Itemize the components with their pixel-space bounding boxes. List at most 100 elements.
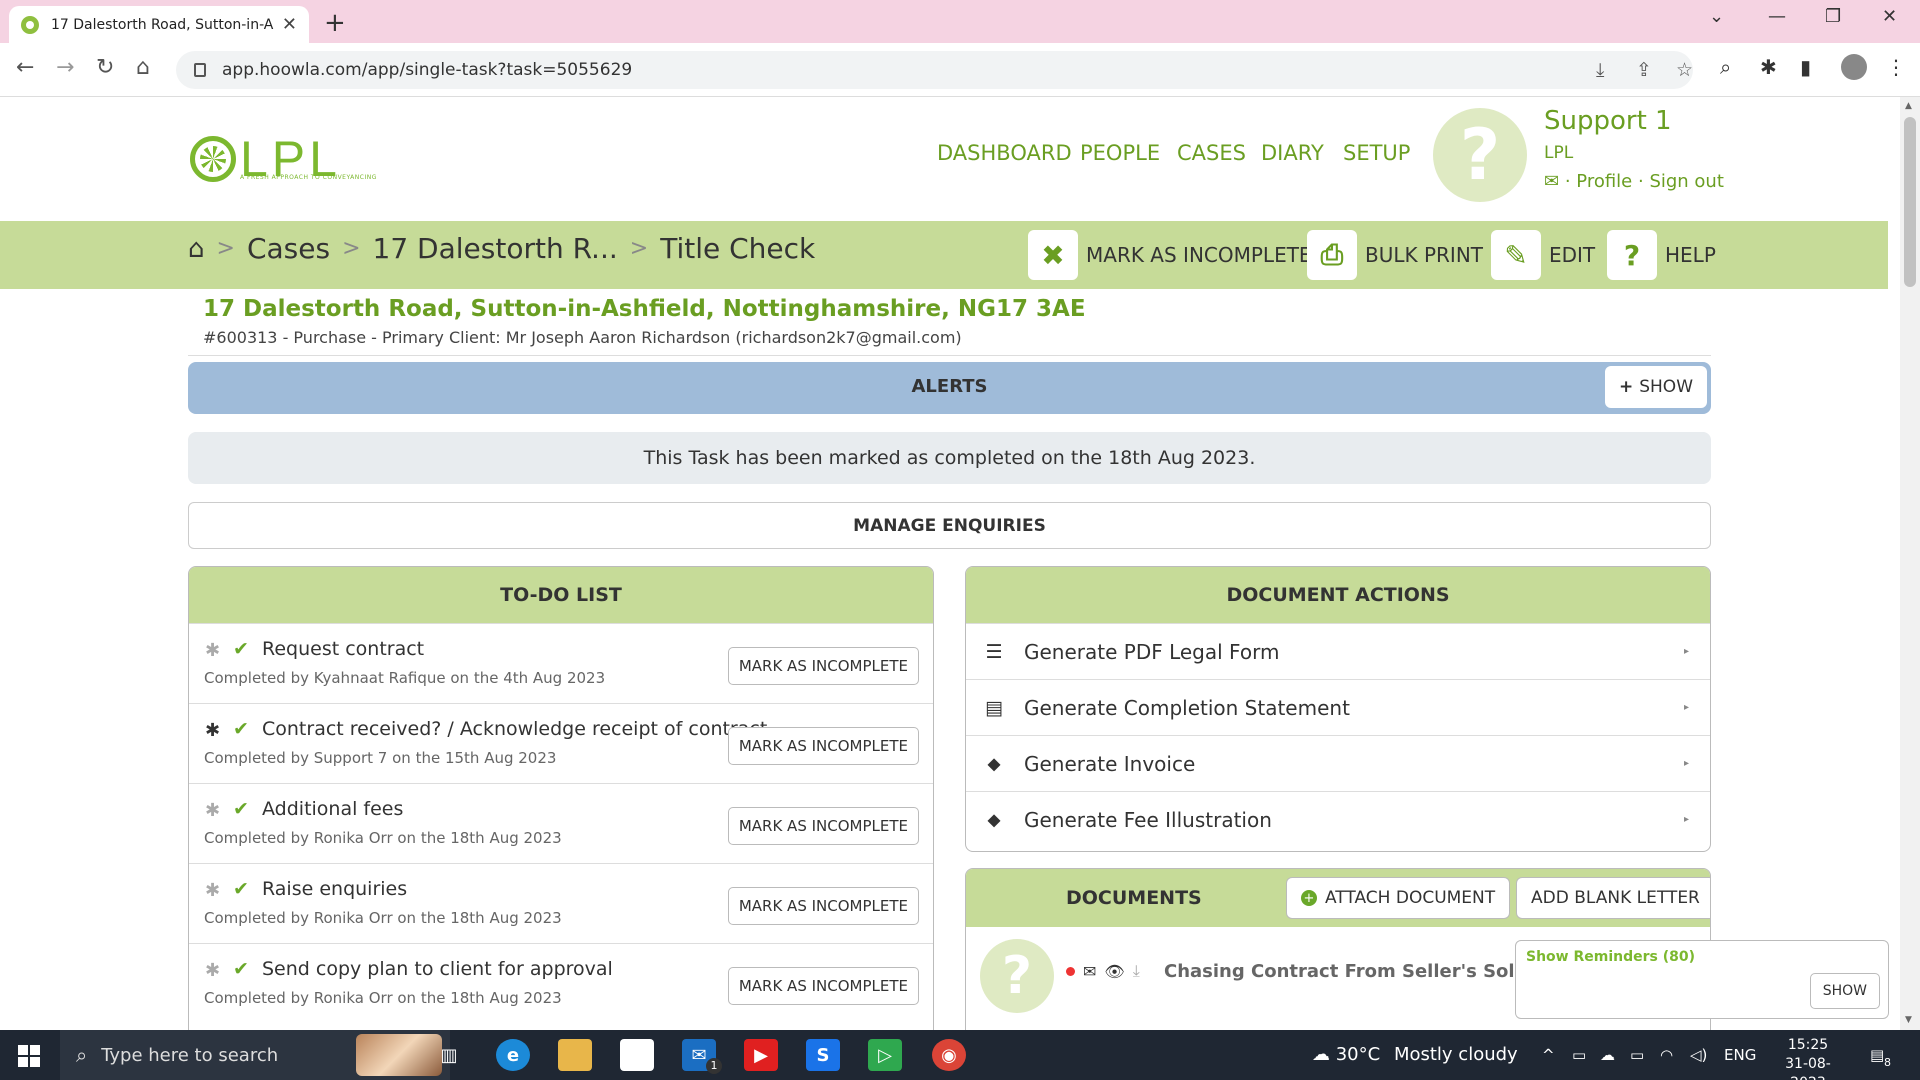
doc-action-pdf-legal-form[interactable]: ☰ Generate PDF Legal Form ▸ (966, 623, 1710, 679)
page-scrollbar[interactable]: ▲ ▼ (1900, 97, 1920, 1030)
add-blank-letter-button[interactable]: ADD BLANK LETTER (1516, 877, 1710, 919)
nav-people[interactable]: PEOPLE (1080, 141, 1160, 165)
install-icon[interactable]: ⤓ (1596, 59, 1604, 81)
chevron-up-icon[interactable]: ^ (1542, 1046, 1555, 1064)
manage-enquiries-button[interactable]: MANAGE ENQUIRIES (188, 502, 1711, 549)
forward-icon[interactable]: → (56, 55, 74, 80)
profile-avatar[interactable] (1841, 54, 1867, 80)
check-icon: ✔ (233, 878, 249, 900)
asterisk-icon[interactable]: ✱ (205, 640, 220, 661)
signout-link[interactable]: Sign out (1649, 171, 1723, 192)
close-tab-icon[interactable]: ✕ (282, 14, 297, 35)
extensions-icon[interactable]: ✱ (1760, 55, 1777, 79)
mark-incomplete-button[interactable]: MARK AS INCOMPLETE (727, 887, 919, 925)
download-icon[interactable]: ⤓ (1133, 961, 1140, 981)
device-icon[interactable]: ▭ (1572, 1046, 1586, 1064)
asterisk-icon[interactable]: ✱ (205, 720, 220, 741)
todo-item-name[interactable]: Send copy plan to client for approval (262, 958, 613, 980)
nav-dashboard[interactable]: DASHBOARD (937, 141, 1072, 165)
taskbar-search[interactable]: ⌕ Type here to search (60, 1030, 450, 1080)
onedrive-icon[interactable]: ☁ (1600, 1046, 1615, 1064)
breadcrumb-case[interactable]: 17 Dalestorth R... (373, 232, 618, 265)
doc-action-fee-illustration[interactable]: ⬥ Generate Fee Illustration ▸ (966, 791, 1710, 847)
mark-incomplete-button[interactable]: ✖ MARK AS INCOMPLETE (1028, 230, 1312, 280)
menu-kebab-icon[interactable]: ⋮ (1886, 55, 1906, 79)
edit-button[interactable]: ✎ EDIT (1491, 230, 1595, 280)
close-window-icon[interactable]: ✕ (1882, 6, 1897, 27)
s-app-icon[interactable]: S (806, 1039, 840, 1071)
mark-incomplete-button[interactable]: MARK AS INCOMPLETE (727, 647, 919, 685)
nav-cases[interactable]: CASES (1177, 141, 1246, 165)
media-app-icon[interactable]: ▷ (868, 1039, 902, 1071)
home-icon[interactable]: ⌂ (136, 55, 150, 80)
mark-incomplete-button[interactable]: MARK AS INCOMPLETE (727, 967, 919, 1005)
show-alerts-button[interactable]: + SHOW (1604, 366, 1707, 408)
site-favicon-icon (21, 15, 39, 34)
scroll-thumb[interactable] (1904, 117, 1916, 287)
nav-setup[interactable]: SETUP (1343, 141, 1410, 165)
youtube-icon[interactable]: ▶ (744, 1039, 778, 1071)
tab-search-chevron-icon[interactable]: ⌄ (1709, 6, 1724, 27)
todo-item: ✱ ✔ Raise enquiries Completed by Ronika … (189, 863, 933, 943)
language-indicator[interactable]: ENG (1724, 1046, 1756, 1064)
help-button[interactable]: ? HELP (1607, 230, 1716, 280)
breadcrumb: ⌂ > Cases > 17 Dalestorth R... > Title C… (188, 232, 815, 265)
windows-start-icon[interactable] (18, 1045, 40, 1067)
mark-incomplete-button[interactable]: MARK AS INCOMPLETE (727, 807, 919, 845)
back-icon[interactable]: ← (16, 55, 34, 80)
scroll-up-icon[interactable]: ▲ (1905, 101, 1912, 111)
caret-right-icon: ▸ (1684, 758, 1690, 769)
document-name[interactable]: Chasing Contract From Seller's Solici... (1164, 961, 1558, 982)
asterisk-icon[interactable]: ✱ (205, 800, 220, 821)
doc-action-invoice[interactable]: ⬥ Generate Invoice ▸ (966, 735, 1710, 791)
volume-icon[interactable]: ◁) (1690, 1046, 1707, 1064)
tag-icon: ⬥ (987, 808, 1001, 831)
browser-tab[interactable]: 17 Dalestorth Road, Sutton-in-As ✕ (9, 6, 309, 43)
battery-icon[interactable]: ▭ (1630, 1046, 1644, 1064)
file-explorer-icon[interactable] (558, 1039, 592, 1071)
alerts-label: ALERTS (911, 376, 988, 397)
bulk-print-button[interactable]: ⎙ BULK PRINT (1307, 230, 1483, 280)
asterisk-icon[interactable]: ✱ (205, 880, 220, 901)
share-icon[interactable]: ⇪ (1636, 59, 1652, 81)
todo-item-name[interactable]: Additional fees (262, 798, 403, 820)
wifi-icon[interactable]: ◠ (1660, 1046, 1673, 1064)
notifications-icon[interactable]: ▤ (1870, 1046, 1884, 1064)
eye-icon[interactable]: 👁 (1104, 962, 1124, 981)
address-bar[interactable]: app.hoowla.com/app/single-task?task=5055… (176, 51, 1693, 89)
asterisk-icon[interactable]: ✱ (205, 960, 220, 981)
task-view-icon[interactable]: ▥ (432, 1039, 466, 1071)
home-icon[interactable]: ⌂ (188, 234, 205, 264)
reload-icon[interactable]: ↻ (96, 55, 114, 80)
chrome-icon[interactable]: ◉ (932, 1039, 966, 1071)
search-icon[interactable]: ⌕ (1720, 55, 1731, 79)
todo-item-name[interactable]: Raise enquiries (262, 878, 407, 900)
show-reminders-button[interactable]: SHOW (1809, 973, 1880, 1009)
mark-incomplete-button[interactable]: MARK AS INCOMPLETE (727, 727, 919, 765)
weather-widget[interactable]: ☁ 30°C Mostly cloudy (1312, 1044, 1518, 1065)
user-avatar[interactable]: ? (1433, 108, 1527, 202)
reminders-title[interactable]: Show Reminders (80) (1526, 949, 1695, 965)
minimize-icon[interactable]: — (1768, 6, 1786, 27)
envelope-icon[interactable]: ✉ (1544, 171, 1559, 192)
side-panel-icon[interactable]: ▮ (1800, 55, 1811, 79)
restore-icon[interactable]: ❐ (1825, 6, 1841, 27)
attach-document-button[interactable]: + ATTACH DOCUMENT (1286, 877, 1511, 919)
store-icon[interactable] (620, 1039, 654, 1071)
profile-link[interactable]: Profile (1576, 171, 1632, 192)
logo-tagline: A FRESH APPROACH TO CONVEYANCING (240, 174, 377, 181)
bookmark-star-icon[interactable]: ☆ (1676, 59, 1693, 81)
reminders-popup: Show Reminders (80) SHOW (1515, 940, 1889, 1019)
scroll-down-icon[interactable]: ▼ (1905, 1015, 1912, 1025)
breadcrumb-cases[interactable]: Cases (247, 232, 330, 265)
taskbar-clock[interactable]: 15:25 31-08-2023 (1768, 1036, 1848, 1080)
case-title[interactable]: 17 Dalestorth Road, Sutton-in-Ashfield, … (203, 296, 1086, 322)
edge-icon[interactable]: e (496, 1039, 530, 1071)
pencil-icon: ✎ (1491, 230, 1541, 280)
nav-diary[interactable]: DIARY (1261, 141, 1324, 165)
todo-item-name[interactable]: Request contract (262, 638, 424, 660)
doc-action-completion-statement[interactable]: ▤ Generate Completion Statement ▸ (966, 679, 1710, 735)
new-tab-icon[interactable]: + (324, 8, 346, 38)
envelope-icon[interactable]: ✉ (1083, 962, 1096, 981)
todo-item-name[interactable]: Contract received? / Acknowledge receipt… (262, 718, 767, 740)
